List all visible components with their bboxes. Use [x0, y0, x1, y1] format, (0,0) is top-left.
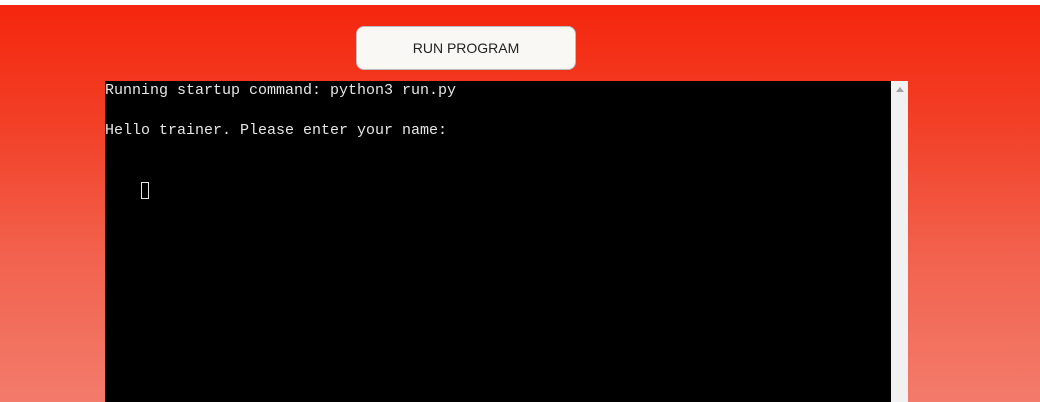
terminal-line-startup: Running startup command: python3 run.py: [105, 82, 457, 99]
run-program-button[interactable]: RUN PROGRAM: [356, 26, 576, 70]
terminal-window[interactable]: Running startup command: python3 run.py …: [105, 81, 891, 402]
terminal-line-prompt: Hello trainer. Please enter your name:: [105, 122, 448, 139]
terminal-cursor: [141, 182, 150, 199]
top-strip: [0, 0, 1040, 5]
terminal-scrollbar[interactable]: [891, 81, 908, 402]
scroll-up-arrow-icon[interactable]: [896, 87, 904, 92]
terminal-input-line[interactable]: [105, 161, 891, 199]
